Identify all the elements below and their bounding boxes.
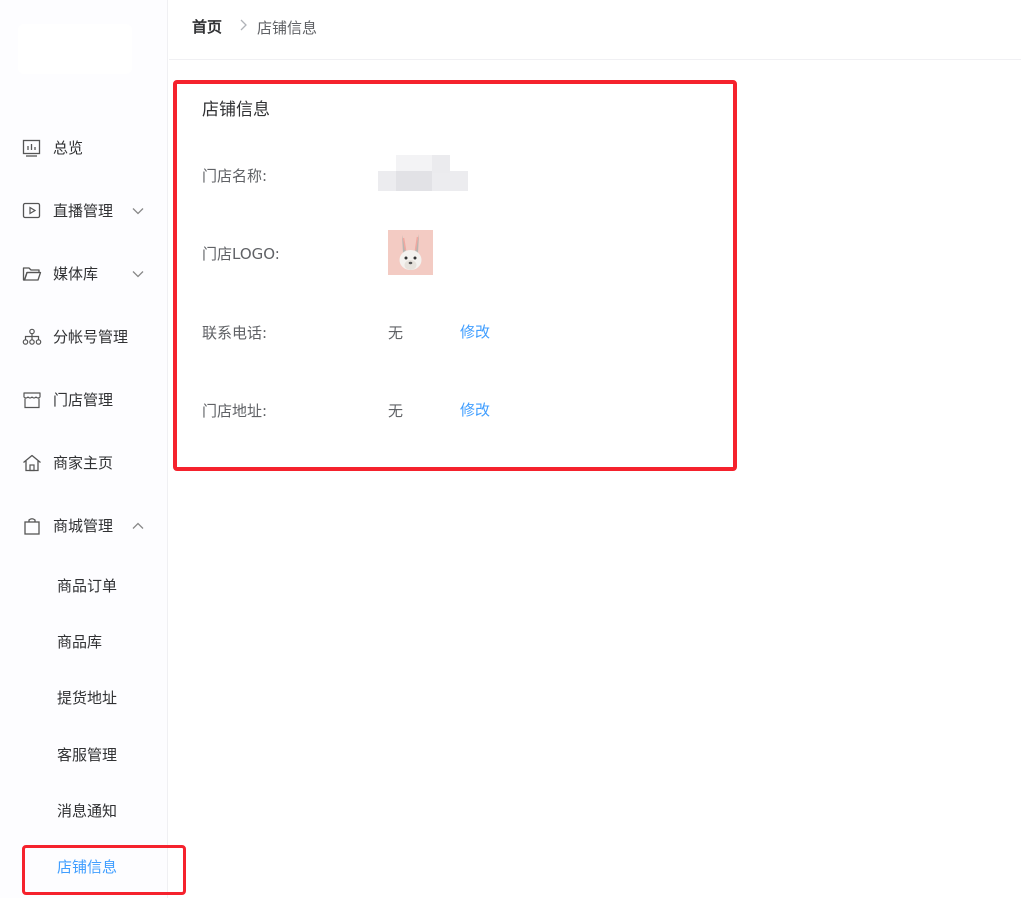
chevron-up-icon xyxy=(132,522,144,529)
sidebar-subitem-store-info[interactable]: 店铺信息 xyxy=(0,847,168,887)
chart-icon xyxy=(22,139,41,157)
store-logo-image xyxy=(388,230,433,275)
sidebar-item-label: 分帐号管理 xyxy=(53,328,129,346)
sidebar-item-sub-accounts[interactable]: 分帐号管理 xyxy=(0,317,168,357)
address-value: 无 xyxy=(388,402,404,420)
chevron-down-icon xyxy=(132,208,144,215)
phone-value: 无 xyxy=(388,324,404,342)
sidebar: 总览 直播管理 媒体库 分帐号管理 门店管理 商家主页 商城管理 商品订单 商品… xyxy=(0,0,168,898)
sidebar-item-label: 门店管理 xyxy=(53,391,114,409)
sidebar-subitem-customer-service[interactable]: 客服管理 xyxy=(0,735,168,775)
sidebar-item-label: 商家主页 xyxy=(53,454,114,472)
sidebar-item-label: 直播管理 xyxy=(53,202,114,220)
sidebar-item-label: 总览 xyxy=(53,139,84,157)
brand-logo xyxy=(18,24,132,74)
breadcrumb-home[interactable]: 首页 xyxy=(192,16,222,37)
play-icon xyxy=(22,202,41,219)
sidebar-item-overview[interactable]: 总览 xyxy=(0,128,168,168)
card-title: 店铺信息 xyxy=(202,100,270,120)
network-icon xyxy=(22,328,42,345)
sidebar-item-merchant-home[interactable]: 商家主页 xyxy=(0,443,168,483)
sidebar-item-media[interactable]: 媒体库 xyxy=(0,254,168,294)
folder-icon xyxy=(22,267,42,281)
edit-address-link[interactable]: 修改 xyxy=(460,399,490,420)
chevron-right-icon xyxy=(240,19,247,31)
sidebar-subitem-notifications[interactable]: 消息通知 xyxy=(0,791,168,831)
bag-icon xyxy=(24,518,40,535)
sidebar-item-label: 商城管理 xyxy=(53,517,114,535)
sidebar-subitem-label: 店铺信息 xyxy=(57,858,118,876)
sidebar-subitem-label: 消息通知 xyxy=(57,802,118,820)
sidebar-subitem-pickup-address[interactable]: 提货地址 xyxy=(0,678,168,718)
store-icon xyxy=(23,392,41,409)
sidebar-subitem-orders[interactable]: 商品订单 xyxy=(0,566,168,606)
store-logo-label: 门店LOGO: xyxy=(202,245,280,263)
sidebar-item-label: 媒体库 xyxy=(53,265,99,283)
sidebar-subitem-products[interactable]: 商品库 xyxy=(0,622,168,662)
store-name-value-blurred xyxy=(378,155,468,191)
home-icon xyxy=(23,454,41,472)
address-label: 门店地址: xyxy=(202,402,268,420)
phone-label: 联系电话: xyxy=(202,324,268,342)
sidebar-subitem-label: 商品订单 xyxy=(57,577,118,595)
rabbit-logo-icon xyxy=(388,230,433,275)
breadcrumb-current: 店铺信息 xyxy=(257,19,318,37)
store-name-label: 门店名称: xyxy=(202,167,268,185)
sidebar-subitem-label: 提货地址 xyxy=(57,689,118,707)
edit-phone-link[interactable]: 修改 xyxy=(460,321,490,342)
sidebar-subitem-label: 客服管理 xyxy=(57,746,118,764)
sidebar-subitem-label: 商品库 xyxy=(57,633,103,651)
breadcrumb: 首页 店铺信息 xyxy=(169,0,1021,60)
sidebar-item-live[interactable]: 直播管理 xyxy=(0,191,168,231)
sidebar-item-mall[interactable]: 商城管理 xyxy=(0,506,168,546)
chevron-down-icon xyxy=(132,271,144,278)
sidebar-item-stores[interactable]: 门店管理 xyxy=(0,380,168,420)
